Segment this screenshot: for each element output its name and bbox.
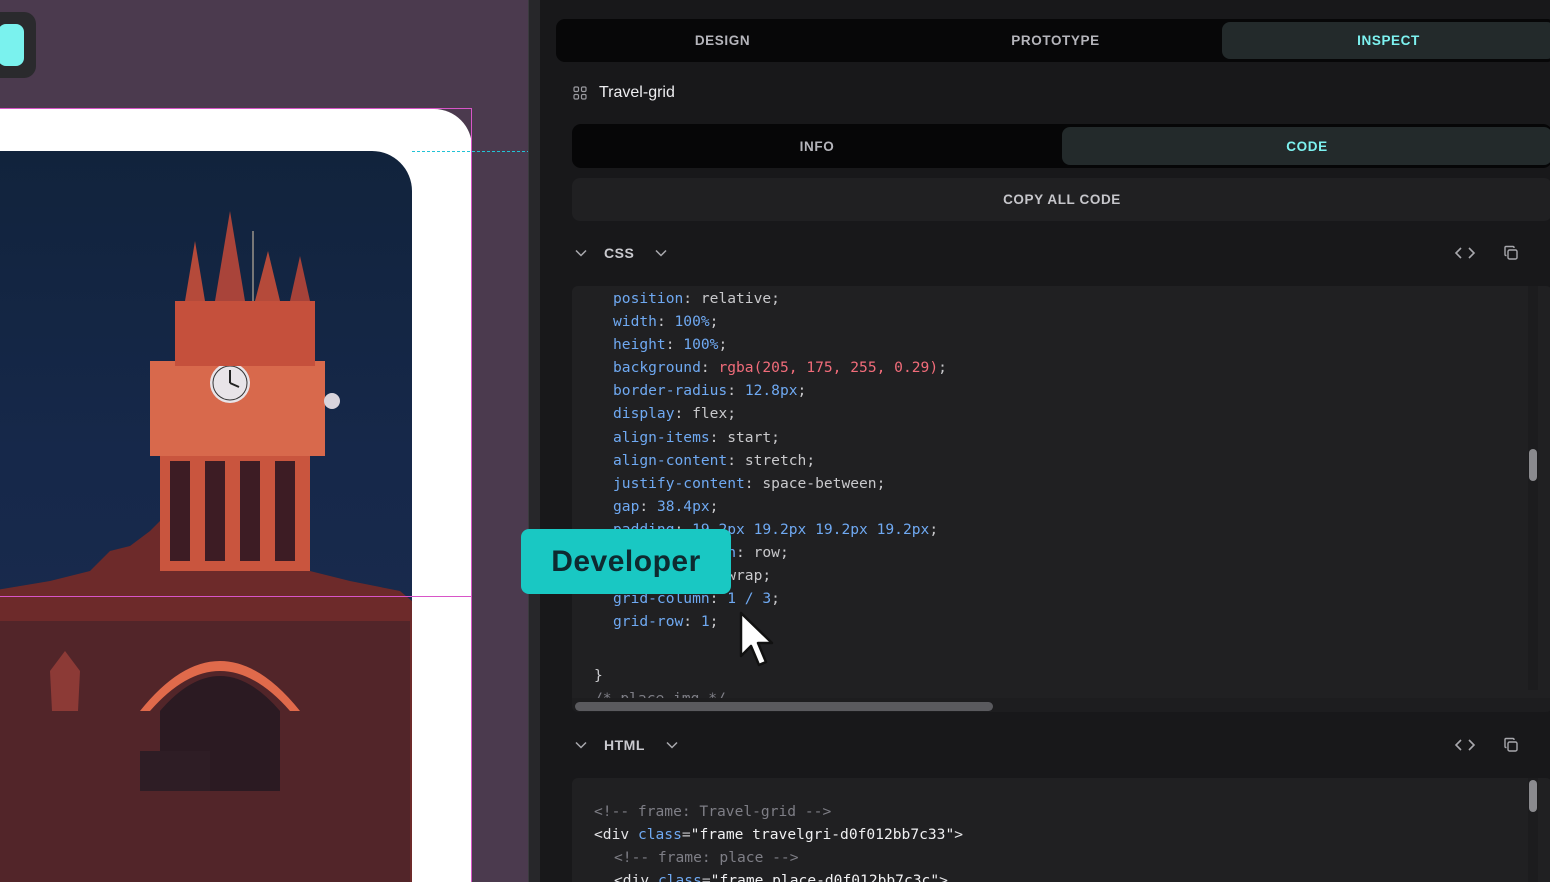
css-vscroll-thumb[interactable] [1529,449,1537,481]
mouse-cursor-icon [739,611,774,667]
html-vertical-scrollbar[interactable] [1528,778,1538,882]
css-code-line: height: 100%; [613,336,728,354]
window-control-dots [571,0,651,2]
css-code-line: position: relative; [613,290,780,307]
design-canvas[interactable] [0,0,528,882]
html-section-title: HTML [604,737,645,753]
tab-info[interactable]: INFO [572,124,1062,168]
selected-layer: Travel-grid [573,80,675,106]
css-section-title: CSS [604,245,635,261]
css-code-line: display: flex; [613,405,737,423]
css-code-line: align-content: stretch; [613,451,816,469]
css-code-line: justify-content: space-between; [613,474,886,492]
tab-prototype[interactable]: PROTOTYPE [889,19,1222,62]
html-code-line-2: <div class="frame travelgri-d0f012bb7c33… [594,826,964,843]
row-guide-line [0,596,471,597]
html-code-block[interactable]: <!-- frame: Travel-grid --> <div class="… [572,778,1550,882]
collapse-html-chevron-icon[interactable] [572,736,590,754]
css-expand-code-icon[interactable] [1454,242,1476,264]
canvas-component-chip[interactable] [0,12,36,78]
inspect-subtabs: INFO CODE [572,124,1550,168]
css-section-header: CSS [572,238,1550,268]
panel-resize-handle[interactable] [528,0,540,882]
html-vscroll-thumb[interactable] [1529,780,1537,812]
inspect-panel: DESIGN PROTOTYPE INSPECT Travel-grid INF… [541,0,1550,882]
selection-outline [0,108,472,882]
html-expand-code-icon[interactable] [1454,734,1476,756]
css-code-line: border-radius: 12.8px; [613,382,807,400]
collapse-css-chevron-icon[interactable] [572,244,590,262]
tab-code[interactable]: CODE [1062,127,1550,165]
html-language-dropdown-icon[interactable] [663,736,681,754]
html-code-line-1: <!-- frame: Travel-grid --> [594,803,832,820]
css-closing-brace: } [594,667,603,684]
layer-name: Travel-grid [599,84,675,101]
css-language-dropdown-icon[interactable] [652,244,670,262]
css-vertical-scrollbar[interactable] [1528,286,1538,690]
tab-inspect[interactable]: INSPECT [1222,22,1550,59]
grid-icon [573,86,587,100]
css-copy-icon[interactable] [1500,242,1522,264]
css-hscroll-thumb[interactable] [575,702,993,711]
css-code-line: align-items: start; [613,428,780,446]
css-code-block[interactable]: position: relative; width: 100%; height: 1… [572,286,1550,712]
developer-presence-tag: Developer [521,529,731,594]
copy-all-code-button[interactable]: COPY ALL CODE [572,178,1550,221]
html-section-header: HTML [572,730,1550,760]
tab-design[interactable]: DESIGN [556,19,889,62]
html-copy-icon[interactable] [1500,734,1522,756]
css-horizontal-scrollbar[interactable] [572,698,1550,712]
html-code-line-4: <div class="frame place-d0f012bb7c3c"> [614,872,948,882]
mode-tabs: DESIGN PROTOTYPE INSPECT [556,19,1550,62]
chip-swatch [0,24,24,66]
css-code-line: background: rgba(205, 175, 255, 0.29); [613,359,947,377]
html-code-line-3: <!-- frame: place --> [614,849,799,866]
measurement-guide [412,151,528,152]
css-code-line: gap: 38.4px; [613,497,719,515]
css-code-line: width: 100%; [613,313,719,331]
